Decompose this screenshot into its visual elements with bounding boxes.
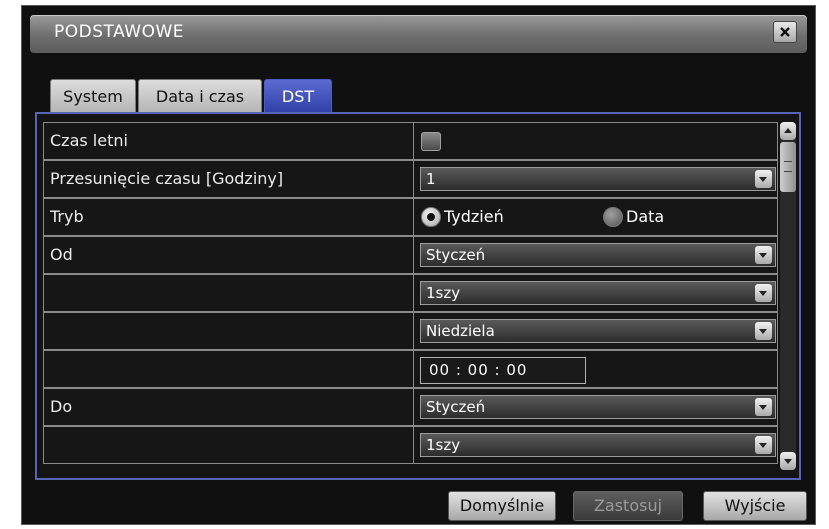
- radio-week[interactable]: [421, 207, 441, 227]
- from-month-select[interactable]: Styczeń: [420, 243, 776, 267]
- to-month-select[interactable]: Styczeń: [420, 395, 776, 419]
- tab-date-time[interactable]: Data i czas: [138, 79, 262, 113]
- to-week-select[interactable]: 1szy: [420, 433, 776, 457]
- title-bar: PODSTAWOWE: [30, 15, 807, 53]
- default-button[interactable]: Domyślnie: [448, 491, 556, 521]
- radio-week-label: Tydzień: [444, 207, 504, 226]
- offset-label: Przesunięcie czasu [Godziny]: [44, 161, 414, 197]
- from-day-select[interactable]: Niedziela: [420, 319, 776, 343]
- from-week-value: 1szy: [426, 284, 461, 302]
- dst-settings-panel: Czas letni Przesunięcie czasu [Godziny] …: [35, 112, 801, 480]
- row-dst-enable: Czas letni: [43, 122, 778, 160]
- from-month-value: Styczeń: [426, 246, 486, 264]
- from-day-value: Niedziela: [426, 322, 495, 340]
- chevron-down-icon[interactable]: [755, 436, 772, 454]
- chevron-down-icon[interactable]: [755, 398, 772, 416]
- row-from-time: 00 : 00 : 00: [43, 350, 778, 388]
- chevron-down-icon[interactable]: [755, 246, 772, 264]
- radio-date-label: Data: [626, 207, 665, 226]
- radio-date[interactable]: [603, 207, 623, 227]
- scroll-thumb[interactable]: [780, 142, 796, 192]
- to-week-value: 1szy: [426, 436, 461, 454]
- scroll-up-icon[interactable]: [780, 122, 796, 140]
- row-time-offset: Przesunięcie czasu [Godziny] 1: [43, 160, 778, 198]
- offset-value: 1: [426, 170, 436, 188]
- from-time-input[interactable]: 00 : 00 : 00: [420, 357, 586, 384]
- row-from-month: Od Styczeń: [43, 236, 778, 274]
- chevron-down-icon[interactable]: [755, 284, 772, 302]
- chevron-down-icon[interactable]: [755, 322, 772, 340]
- vertical-scrollbar[interactable]: [780, 122, 796, 470]
- exit-button[interactable]: Wyjście: [703, 491, 807, 521]
- row-to-week: 1szy: [43, 426, 778, 464]
- dst-label: Czas letni: [44, 123, 414, 159]
- tab-system[interactable]: System: [50, 79, 136, 113]
- row-from-week: 1szy: [43, 274, 778, 312]
- chevron-down-icon[interactable]: [755, 170, 772, 188]
- from-week-select[interactable]: 1szy: [420, 281, 776, 305]
- settings-window: PODSTAWOWE System Data i czas DST Czas l…: [21, 5, 816, 525]
- to-month-value: Styczeń: [426, 398, 486, 416]
- scroll-down-icon[interactable]: [780, 452, 796, 470]
- offset-select[interactable]: 1: [420, 167, 776, 191]
- mode-label: Tryb: [44, 199, 414, 235]
- row-mode: Tryb Tydzień Data: [43, 198, 778, 236]
- from-label: Od: [44, 237, 414, 273]
- dst-checkbox[interactable]: [421, 132, 441, 151]
- to-label: Do: [44, 389, 414, 425]
- window-title: PODSTAWOWE: [54, 22, 185, 42]
- apply-button[interactable]: Zastosuj: [573, 491, 683, 521]
- close-button[interactable]: [773, 21, 797, 43]
- close-icon: [780, 27, 790, 37]
- tab-dst[interactable]: DST: [264, 79, 332, 113]
- row-to-month: Do Styczeń: [43, 388, 778, 426]
- row-from-day: Niedziela: [43, 312, 778, 350]
